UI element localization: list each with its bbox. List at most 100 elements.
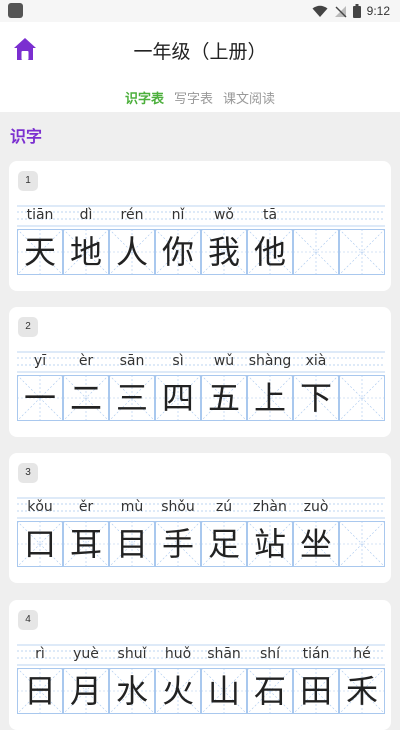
cell-guide-lines — [339, 229, 385, 275]
pinyin-label: nǐ — [171, 207, 185, 223]
tianzige-cell[interactable]: 人 — [109, 229, 155, 275]
pinyin-row: yī èr sān sì wǔ shàng xià — [17, 351, 385, 373]
hanzi-character: 耳 — [69, 525, 102, 563]
pinyin-label: shān — [207, 646, 241, 662]
hanzi-character: 他 — [253, 233, 286, 271]
tianzige-cell[interactable]: 日 — [17, 668, 63, 714]
pinyin-label: yī — [33, 353, 47, 369]
lesson-card[interactable]: 2 yī èr sān sì wǔ shàng xià 一二三四五上下 — [9, 307, 391, 437]
hanzi-character: 站 — [253, 525, 286, 563]
hanzi-character: 口 — [23, 525, 56, 563]
hanzi-character: 水 — [115, 672, 148, 710]
pinyin-label: èr — [78, 353, 94, 369]
cell-guide-lines — [339, 521, 385, 567]
pinyin-label: shuǐ — [117, 646, 147, 662]
tianzige-cell[interactable]: 我 — [201, 229, 247, 275]
lesson-number: 1 — [18, 171, 38, 191]
tianzige-cell[interactable]: 站 — [247, 521, 293, 567]
battery-icon — [352, 4, 361, 18]
pinyin-label: zuò — [303, 499, 329, 515]
tianzige-cell[interactable]: 耳 — [63, 521, 109, 567]
tianzige-cell[interactable]: 五 — [201, 375, 247, 421]
tab-recognize-chars[interactable]: 识字表 — [125, 88, 164, 107]
pinyin-label: shàng — [248, 353, 292, 369]
tianzige-cell[interactable]: 水 — [109, 668, 155, 714]
tab-bar: 识字表 写字表 课文阅读 — [0, 88, 400, 107]
hanzi-character: 上 — [253, 379, 286, 417]
character-grid: 一二三四五上下 — [17, 375, 385, 421]
lesson-number: 3 — [18, 463, 38, 483]
pinyin-label: tiān — [26, 207, 54, 223]
hanzi-character: 月 — [69, 672, 102, 710]
pinyin-label: rì — [35, 646, 45, 662]
tianzige-cell[interactable]: 手 — [155, 521, 201, 567]
page-title: 一年级（上册） — [133, 41, 267, 63]
tianzige-cell[interactable]: 月 — [63, 668, 109, 714]
tianzige-cell — [293, 229, 339, 275]
tianzige-cell[interactable]: 坐 — [293, 521, 339, 567]
lesson-card[interactable]: 4 rì yuè shuǐ huǒ shān shí tián hé 日月水火山石田禾 — [9, 600, 391, 730]
status-time: 9:12 — [366, 4, 390, 18]
tianzige-cell[interactable]: 一 — [17, 375, 63, 421]
tianzige-cell[interactable]: 四 — [155, 375, 201, 421]
tianzige-cell[interactable]: 二 — [63, 375, 109, 421]
tianzige-cell[interactable]: 足 — [201, 521, 247, 567]
hanzi-character: 日 — [23, 672, 56, 710]
status-bar: 9:12 — [0, 0, 400, 22]
hanzi-character: 坐 — [299, 525, 332, 563]
section-title: 识字 — [10, 127, 43, 146]
tianzige-cell[interactable]: 天 — [17, 229, 63, 275]
tianzige-cell[interactable]: 田 — [293, 668, 339, 714]
tianzige-cell[interactable]: 上 — [247, 375, 293, 421]
tianzige-cell[interactable]: 禾 — [339, 668, 385, 714]
signal-off-icon — [334, 5, 347, 17]
hanzi-character: 火 — [161, 672, 194, 710]
pinyin-row: rì yuè shuǐ huǒ shān shí tián hé — [17, 644, 385, 666]
cell-guide-lines — [293, 229, 339, 275]
tianzige-cell[interactable]: 石 — [247, 668, 293, 714]
tab-text-reading[interactable]: 课文阅读 — [223, 88, 275, 107]
notification-icon — [8, 3, 23, 18]
tab-write-chars[interactable]: 写字表 — [174, 88, 213, 107]
hanzi-character: 地 — [69, 233, 102, 271]
cell-guide-lines — [339, 375, 385, 421]
character-grid: 天地人你我他 — [17, 229, 385, 275]
hanzi-character: 一 — [23, 379, 56, 417]
pinyin-label: huǒ — [164, 646, 192, 662]
tianzige-cell[interactable]: 你 — [155, 229, 201, 275]
tianzige-cell — [339, 375, 385, 421]
pinyin-label: zhàn — [253, 499, 287, 515]
hanzi-character: 田 — [299, 672, 332, 710]
lesson-card[interactable]: 1 tiān dì rén nǐ wǒ tā 天地人你我他 — [9, 161, 391, 291]
tianzige-cell[interactable]: 山 — [201, 668, 247, 714]
pinyin-label: tián — [302, 646, 330, 662]
pinyin-label: xià — [305, 353, 327, 369]
pinyin-label: hé — [353, 646, 371, 662]
hanzi-character: 下 — [299, 379, 332, 417]
hanzi-character: 人 — [115, 233, 148, 271]
wifi-icon — [312, 5, 328, 17]
tianzige-cell[interactable]: 地 — [63, 229, 109, 275]
hanzi-character: 足 — [207, 525, 240, 563]
tianzige-cell[interactable]: 火 — [155, 668, 201, 714]
pinyin-label: tā — [262, 207, 278, 223]
hanzi-character: 石 — [253, 672, 286, 710]
tianzige-cell — [339, 229, 385, 275]
tianzige-cell[interactable]: 目 — [109, 521, 155, 567]
pinyin-label: mù — [120, 499, 144, 515]
pinyin-label: shí — [259, 646, 281, 662]
lesson-card[interactable]: 3 kǒu ěr mù shǒu zú zhàn zuò 口耳目手足站坐 — [9, 453, 391, 583]
pinyin-label: ěr — [78, 499, 94, 515]
tianzige-cell[interactable]: 他 — [247, 229, 293, 275]
pinyin-label: yuè — [73, 646, 99, 662]
tianzige-cell[interactable]: 下 — [293, 375, 339, 421]
tianzige-cell[interactable]: 口 — [17, 521, 63, 567]
pinyin-label: dì — [79, 207, 93, 223]
hanzi-character: 目 — [115, 525, 148, 563]
tianzige-cell[interactable]: 三 — [109, 375, 155, 421]
status-icons: 9:12 — [312, 3, 390, 19]
pinyin-label: zú — [215, 499, 233, 515]
hanzi-character: 天 — [23, 233, 56, 271]
character-grid: 日月水火山石田禾 — [17, 668, 385, 714]
lesson-number: 4 — [18, 610, 38, 630]
